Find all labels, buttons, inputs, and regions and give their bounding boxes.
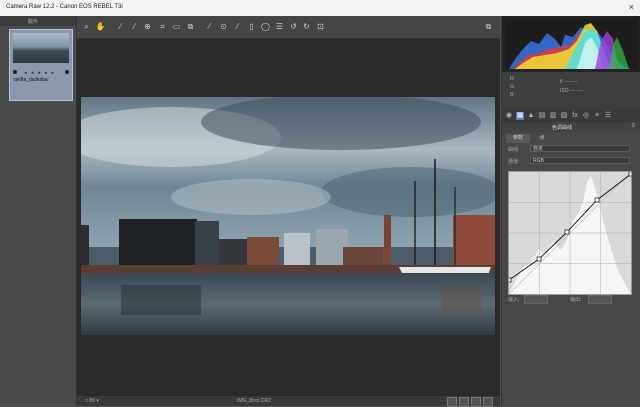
curve-select[interactable]: 自定 — [530, 145, 630, 152]
adjustment-brush-icon[interactable]: ⁄ — [232, 21, 243, 32]
lens-tab-icon[interactable]: ▧ — [560, 112, 568, 120]
color-sampler-icon[interactable]: ⁄ — [129, 21, 140, 32]
photo-canvas — [81, 97, 495, 335]
status-bar: □ 89 ▾ IMG_8xxx.CR2 — [77, 396, 500, 407]
adjustment-panel: R: G: B: f/ --- ---- ISO --- ---- ◉ ▦ ▲ … — [501, 16, 640, 406]
input-field[interactable] — [524, 295, 548, 304]
hand-tool-icon[interactable]: ✋ — [95, 21, 106, 32]
exposure-info: f/ --- ---- — [560, 79, 578, 85]
preview-photo[interactable] — [81, 97, 495, 335]
tone-curve-tab-icon[interactable]: ▦ — [516, 112, 524, 120]
calibration-tab-icon[interactable]: ◎ — [582, 112, 590, 120]
rgb-readout-label: R: — [510, 76, 515, 82]
filmstrip-title: 胶片 — [28, 19, 39, 25]
white-balance-icon[interactable]: ⁄ — [115, 21, 126, 32]
tone-curve-graph[interactable] — [509, 172, 631, 294]
thumbnail-badge-icon — [13, 70, 17, 74]
toolbar: ⌕ ✋ ⁄ ⁄ ⊕ ⌗ ▭ ⧉ ⁄ ⊙ ⁄ ▯ ◯ ☰ ↺ ↻ ⊡ ⧉ — [77, 16, 500, 39]
preview-area: ⌕ ✋ ⁄ ⁄ ⊕ ⌗ ▭ ⧉ ⁄ ⊙ ⁄ ▯ ◯ ☰ ↺ ↻ ⊡ ⧉ □ 89… — [77, 16, 500, 407]
rotate-cw-icon[interactable]: ↻ — [301, 21, 312, 32]
output-field[interactable] — [588, 295, 612, 304]
section-header: 色调曲线 ≡ — [502, 122, 640, 132]
channel-select[interactable]: RGB — [530, 157, 630, 164]
crop-icon[interactable]: ⌗ — [157, 21, 168, 32]
section-title: 色调曲线 — [552, 125, 573, 131]
transform-icon[interactable]: ⧉ — [185, 21, 196, 32]
rgb-readout-label: B: — [510, 92, 515, 98]
effects-tab-icon[interactable]: fx — [571, 112, 579, 120]
red-eye-icon[interactable]: ⊙ — [218, 21, 229, 32]
curve-tabs: 参数 点 — [502, 133, 640, 145]
close-icon[interactable]: × — [629, 3, 634, 12]
snapshots-tab-icon[interactable]: ☰ — [604, 112, 612, 120]
curve-io-row: 输入: 输出: — [508, 295, 630, 304]
window-title: Camera Raw 12.2 - Canon EOS REBEL T3i — [6, 4, 123, 10]
filmstrip-panel: 胶片 ★ ★ ★ ★ ★ qei8a_dsdkdsa — [0, 16, 77, 406]
straighten-icon[interactable]: ▭ — [171, 21, 182, 32]
preferences-icon[interactable]: ☰ — [274, 21, 285, 32]
split-toning-tab-icon[interactable]: ▥ — [549, 112, 557, 120]
status-filename: IMG_8xxx.CR2 — [237, 398, 271, 404]
tab-parametric[interactable]: 参数 — [506, 134, 530, 143]
thumbnail-filename: qei8a_dsdkdsa — [14, 77, 48, 83]
output-label: 输出: — [570, 297, 582, 303]
thumbnail-menu-icon[interactable] — [65, 70, 69, 74]
target-adjust-icon[interactable]: ⊕ — [142, 21, 153, 32]
histogram — [502, 16, 640, 72]
detail-tab-icon[interactable]: ▲ — [527, 112, 535, 120]
hsl-tab-icon[interactable]: ▤ — [538, 112, 546, 120]
histogram-chart — [505, 19, 638, 69]
title-bar: Camera Raw 12.2 - Canon EOS REBEL T3i × — [0, 0, 640, 16]
graduated-filter-icon[interactable]: ▯ — [246, 21, 257, 32]
zoom-tool-icon[interactable]: ⌕ — [81, 21, 92, 32]
input-label: 输入: — [508, 297, 520, 303]
thumbnail-image — [13, 33, 69, 63]
curve-label: 曲线: — [508, 147, 520, 153]
channel-label: 通道: — [508, 159, 520, 165]
iso-info: ISO --- ---- — [560, 88, 584, 94]
spot-removal-icon[interactable]: ⁄ — [204, 21, 215, 32]
tab-point[interactable]: 点 — [534, 134, 550, 143]
presets-tab-icon[interactable]: ≡ — [593, 112, 601, 120]
camera-info: R: G: B: f/ --- ---- ISO --- ---- — [502, 72, 640, 110]
fullscreen-icon[interactable]: ⧉ — [483, 21, 494, 32]
filmstrip-thumbnail[interactable]: ★ ★ ★ ★ ★ qei8a_dsdkdsa — [9, 29, 73, 101]
section-menu-icon[interactable]: ≡ — [631, 123, 635, 129]
panel-tabs: ◉ ▦ ▲ ▤ ▥ ▧ fx ◎ ≡ ☰ — [502, 110, 640, 122]
zoom-select[interactable]: □ 89 ▾ — [85, 398, 99, 404]
tone-curve-editor[interactable] — [508, 171, 632, 295]
trash-icon[interactable]: ⊡ — [315, 21, 326, 32]
rating-stars[interactable]: ★ ★ ★ ★ ★ — [24, 70, 55, 75]
filmstrip-header: 胶片 — [0, 16, 76, 26]
radial-filter-icon[interactable]: ◯ — [260, 21, 271, 32]
rotate-ccw-icon[interactable]: ↺ — [288, 21, 299, 32]
basic-tab-icon[interactable]: ◉ — [505, 112, 513, 120]
rgb-readout-label: G: — [510, 84, 516, 90]
